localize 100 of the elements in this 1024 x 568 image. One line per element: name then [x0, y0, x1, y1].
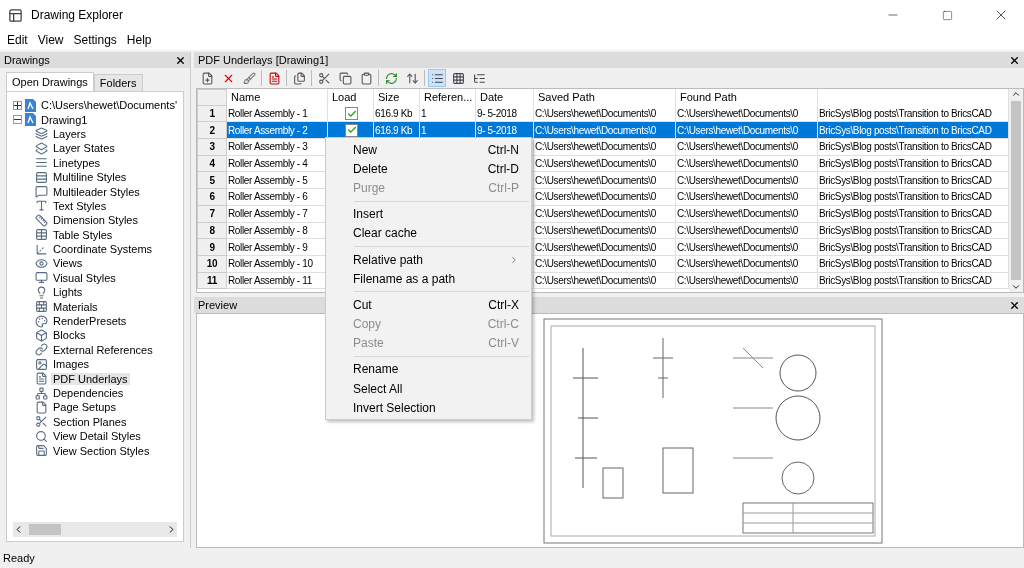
- tab[interactable]: Open Drawings: [6, 72, 94, 91]
- table-cell: C:\Users\hewet\Documents\0: [535, 274, 656, 286]
- tree-item[interactable]: Materials: [51, 300, 100, 313]
- tree-item[interactable]: PDF Underlays: [51, 372, 130, 385]
- menu-item[interactable]: View: [32, 33, 69, 47]
- brick-wall-icon: [35, 300, 48, 314]
- table-cell: Roller Assembly - 6: [228, 191, 308, 203]
- expand-toggle[interactable]: [13, 115, 22, 125]
- letter-icon: [35, 199, 48, 213]
- table-cell: C:\Users\hewet\Documents\0: [535, 224, 656, 236]
- tree-item[interactable]: Dependencies: [51, 387, 126, 399]
- table-cell: C:\Users\hewet\Documents\0: [677, 208, 798, 220]
- row-number: 3: [197, 139, 227, 156]
- refresh-icon: [384, 71, 398, 85]
- menu-label: Delete: [353, 161, 389, 176]
- drawing-file-icon: [25, 113, 36, 127]
- table-cell: Roller Assembly - 1: [228, 108, 308, 120]
- menu-label: Rename: [353, 362, 400, 377]
- table-cell: C:\Users\hewet\Documents\0: [535, 191, 656, 203]
- view-button[interactable]: [428, 69, 446, 87]
- tree-item[interactable]: View Section Styles: [51, 444, 152, 457]
- scroll-thumb[interactable]: [29, 524, 61, 535]
- table-cell: Roller Assembly - 9: [228, 241, 308, 253]
- tree-item[interactable]: External References: [51, 343, 155, 356]
- tree-item[interactable]: Images: [51, 358, 92, 371]
- drawing-file-icon: [25, 98, 36, 112]
- row-number: 5: [197, 172, 227, 190]
- menu-label: Paste: [353, 336, 385, 351]
- scroll-thumb[interactable]: [1011, 101, 1021, 280]
- menu-item[interactable]: Help: [121, 33, 157, 47]
- tree-item[interactable]: Section Planes: [51, 415, 129, 428]
- app-icon: [8, 7, 23, 23]
- table-cell: Roller Assembly - 2: [228, 124, 308, 136]
- menu-item[interactable]: Cut Ctrl-X: [326, 295, 531, 315]
- table-cell: C:\Users\hewet\Documents\0: [535, 141, 656, 153]
- close-button[interactable]: [1009, 299, 1020, 311]
- tree-item[interactable]: Lights: [51, 286, 85, 299]
- tree-item[interactable]: Layer States: [51, 142, 117, 155]
- menu-item[interactable]: Delete Ctrl-D: [326, 159, 531, 179]
- load-checkbox[interactable]: [345, 123, 358, 137]
- expand-toggle[interactable]: [13, 100, 22, 110]
- tree-item[interactable]: View Detail Styles: [51, 430, 143, 443]
- table-cell: Roller Assembly - 3: [228, 141, 308, 153]
- table-cell: BricSys\Blog posts\Transition to BricsCAD: [819, 241, 992, 253]
- menu-item[interactable]: Rename: [326, 359, 531, 380]
- menu-item[interactable]: Relative path: [326, 249, 531, 270]
- menu-label: New: [353, 142, 378, 157]
- tree-item[interactable]: Page Setups: [51, 401, 118, 414]
- maximize-icon: [941, 9, 953, 21]
- table-cell: C:\Users\hewet\Documents\0: [677, 124, 798, 136]
- load-checkbox[interactable]: [345, 107, 358, 121]
- table-cell: C:\Users\hewet\Documents\0: [677, 158, 798, 170]
- close-button[interactable]: [1009, 54, 1020, 66]
- menu-item[interactable]: Invert Selection: [326, 398, 531, 418]
- tree-item[interactable]: RenderPresets: [51, 315, 129, 328]
- tree-item[interactable]: Visual Styles: [51, 271, 118, 284]
- toolbar-button[interactable]: [240, 69, 258, 87]
- tree-item[interactable]: Blocks: [51, 329, 88, 342]
- shortcut-text: Ctrl-P: [488, 180, 519, 195]
- menu-item[interactable]: Settings: [68, 33, 122, 47]
- tree-item[interactable]: Coordinate Systems: [51, 243, 155, 256]
- magnifier-icon: [35, 429, 48, 443]
- tree-item[interactable]: Layers: [51, 127, 89, 140]
- list-view-icon: [430, 71, 444, 85]
- pdf-file-icon: [267, 71, 281, 85]
- tree-item[interactable]: Linetypes: [51, 156, 103, 169]
- tab[interactable]: Folders: [93, 74, 143, 91]
- tree-item[interactable]: Text Styles: [51, 199, 109, 212]
- vertical-scrollbar[interactable]: [1009, 89, 1023, 292]
- menu-item[interactable]: New Ctrl-N: [326, 140, 531, 160]
- menu-item[interactable]: Filename as a path: [326, 269, 531, 289]
- table-cell: BricSys\Blog posts\Transition to BricsCAD: [819, 224, 992, 236]
- tree-item[interactable]: Views: [51, 257, 85, 270]
- menu-item[interactable]: Clear cache: [326, 223, 531, 243]
- toolbar-button[interactable]: [336, 69, 354, 87]
- shortcut-text: Ctrl-X: [488, 297, 519, 312]
- menu-item[interactable]: Edit: [2, 33, 33, 47]
- cut-icon: [317, 71, 331, 85]
- layers-icon: [35, 141, 48, 155]
- table-cell: 1: [421, 124, 427, 136]
- menu-label: Cut: [353, 297, 373, 312]
- menu-item[interactable]: Insert: [326, 204, 531, 224]
- tree-item[interactable]: Drawing1: [39, 113, 90, 126]
- tree-item[interactable]: Dimension Styles: [51, 214, 140, 227]
- shortcut-text: Ctrl-V: [488, 336, 519, 351]
- row-number: 9: [197, 239, 227, 256]
- tree-item[interactable]: Multiline Styles: [51, 171, 129, 184]
- window-title: Drawing Explorer: [31, 8, 125, 22]
- tree-item[interactable]: C:\Users\hewet\Documents': [39, 99, 179, 112]
- table-cell: C:\Users\hewet\Documents\0: [677, 108, 798, 120]
- brush-icon: [242, 71, 256, 85]
- table-cell: BricSys\Blog posts\Transition to BricsCAD: [819, 124, 992, 136]
- horizontal-scrollbar[interactable]: [13, 522, 177, 537]
- close-button[interactable]: [175, 54, 186, 66]
- menu-item[interactable]: Select All: [326, 379, 531, 399]
- cube-icon: [35, 328, 48, 342]
- pdf-file-icon: [35, 372, 48, 386]
- tree-item[interactable]: Multileader Styles: [51, 185, 142, 198]
- table-cell: 616.9 Kb: [375, 108, 413, 120]
- tree-item[interactable]: Table Styles: [51, 228, 115, 241]
